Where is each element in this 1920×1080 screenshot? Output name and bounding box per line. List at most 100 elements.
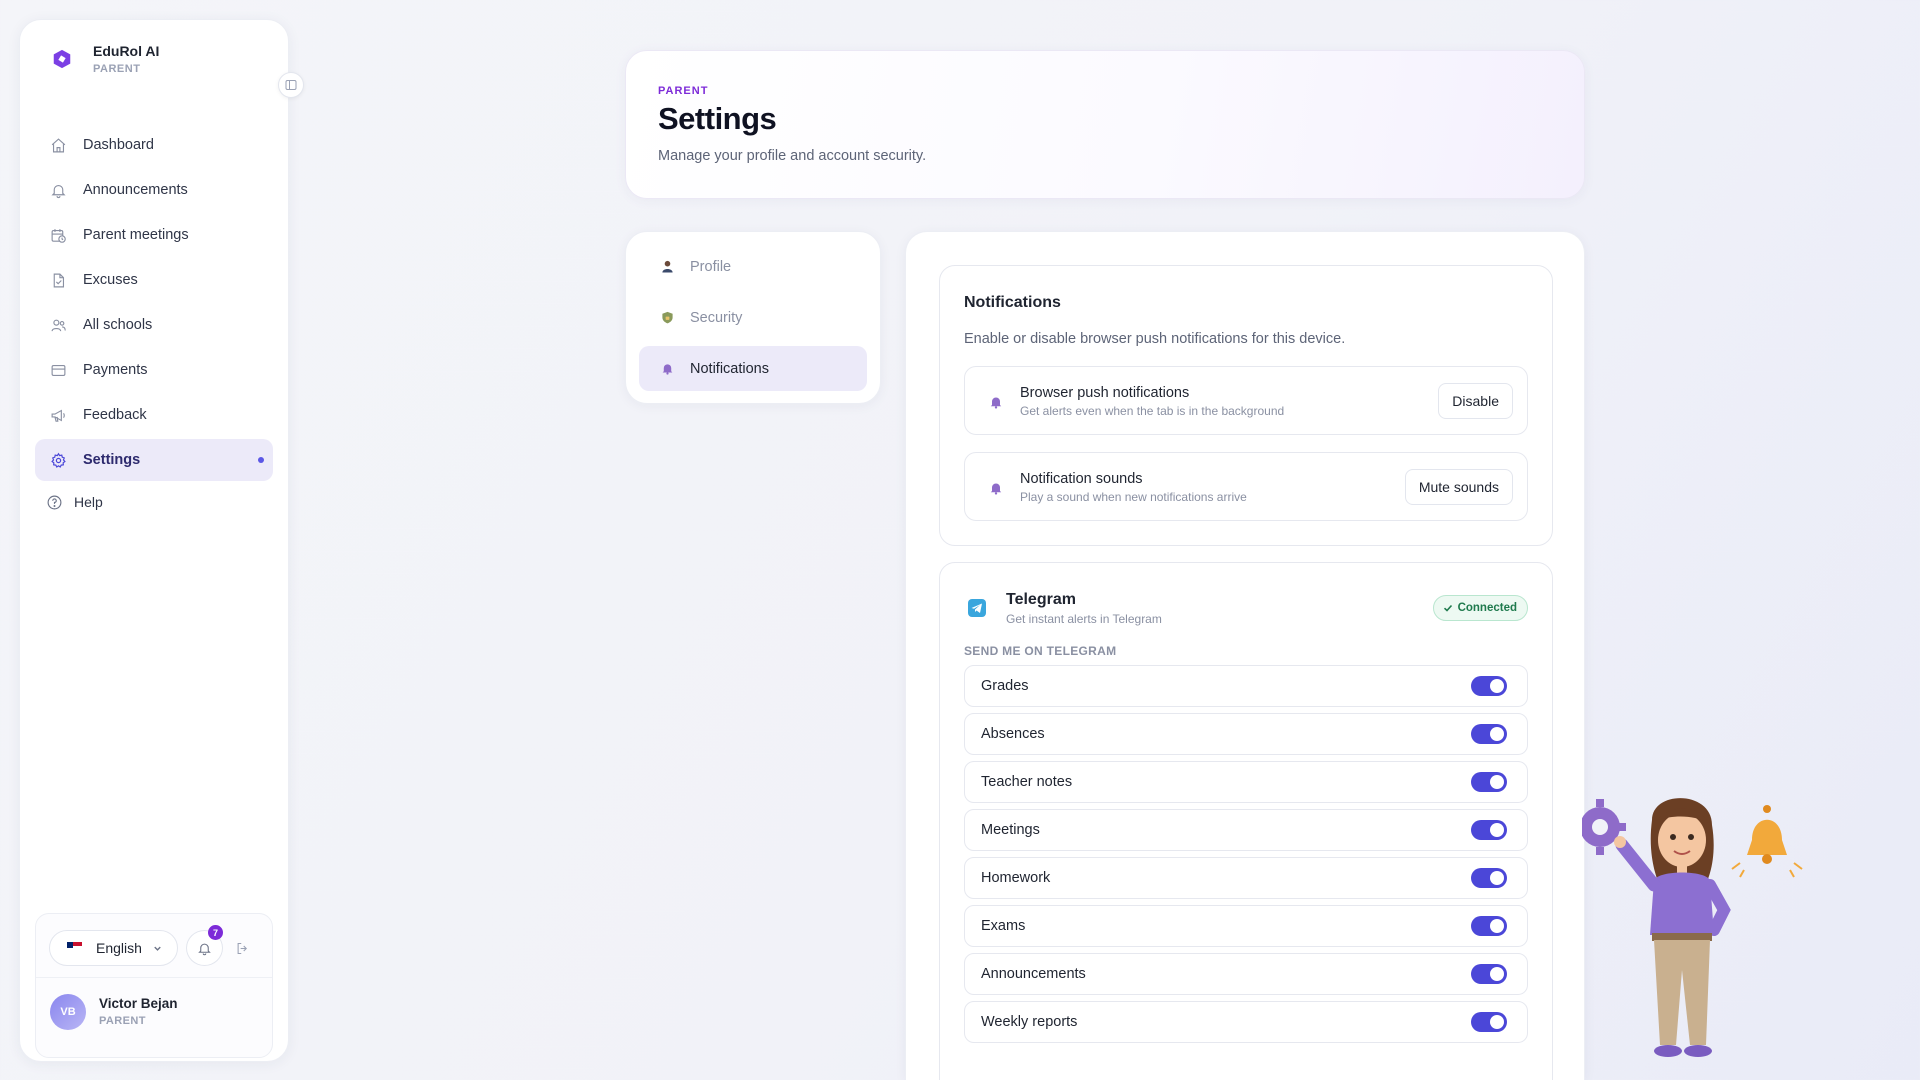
grades-toggle[interactable] bbox=[1471, 676, 1507, 696]
bell-icon bbox=[989, 481, 1003, 495]
option-title: Notification sounds bbox=[1020, 471, 1143, 487]
toggle-label: Teacher notes bbox=[981, 774, 1073, 790]
homework-toggle[interactable] bbox=[1471, 868, 1507, 888]
bell-icon bbox=[49, 181, 67, 199]
telegram-card: Telegram Get instant alerts in Telegram … bbox=[939, 562, 1553, 1080]
person-icon bbox=[660, 260, 674, 274]
sidebar-item-excuses[interactable]: Excuses bbox=[35, 259, 273, 301]
tab-security[interactable]: Security bbox=[639, 295, 867, 340]
sidebar: EduRol AI PARENT Dashboard Announcements… bbox=[19, 19, 304, 1062]
connected-label: Connected bbox=[1457, 602, 1517, 614]
meetings-toggle[interactable] bbox=[1471, 820, 1507, 840]
toggle-row-exams: Exams bbox=[964, 905, 1528, 947]
sidebar-item-payments[interactable]: Payments bbox=[35, 349, 273, 391]
bell-icon bbox=[660, 362, 674, 376]
telegram-icon bbox=[968, 599, 986, 617]
page-subtitle: Manage your profile and account security… bbox=[658, 148, 927, 164]
sidebar-item-label: Feedback bbox=[83, 407, 147, 423]
collapse-sidebar-button[interactable] bbox=[278, 72, 304, 98]
sidebar-item-label: All schools bbox=[83, 317, 153, 333]
settings-tabs: Profile Security Notifications bbox=[625, 231, 881, 404]
sidebar-toggle-icon bbox=[285, 80, 297, 90]
notifications-card: Notifications Enable or disable browser … bbox=[939, 265, 1553, 546]
tab-label: Profile bbox=[690, 258, 732, 275]
sidebar-footer: English 7 VB Victor Bejan PARENT bbox=[35, 913, 273, 1058]
notifications-button[interactable]: 7 bbox=[186, 925, 223, 966]
telegram-subtitle: Get instant alerts in Telegram bbox=[1006, 612, 1162, 626]
bell-icon bbox=[198, 943, 211, 955]
toggle-label: Exams bbox=[981, 918, 1026, 934]
disable-push-button[interactable]: Disable bbox=[1438, 383, 1513, 419]
toggle-row-homework: Homework bbox=[964, 857, 1528, 899]
option-subtitle: Play a sound when new notifications arri… bbox=[1020, 490, 1247, 504]
tab-notifications[interactable]: Notifications bbox=[639, 346, 867, 391]
sidebar-item-label: Dashboard bbox=[83, 137, 154, 153]
toggle-label: Homework bbox=[981, 870, 1051, 886]
users-icon bbox=[49, 316, 67, 334]
sidebar-item-label: Announcements bbox=[83, 182, 188, 198]
help-circle-icon bbox=[45, 493, 63, 511]
page-eyebrow: PARENT bbox=[658, 85, 709, 97]
sidebar-item-parent-meetings[interactable]: Parent meetings bbox=[35, 214, 273, 256]
notifications-description: Enable or disable browser push notificat… bbox=[964, 331, 1346, 347]
flag-icon bbox=[67, 942, 82, 954]
toggle-row-weekly-reports: Weekly reports bbox=[964, 1001, 1528, 1043]
sidebar-item-settings[interactable]: Settings bbox=[35, 439, 273, 481]
sidebar-item-label: Settings bbox=[83, 452, 141, 468]
language-label: English bbox=[96, 940, 142, 956]
brand-logo-icon bbox=[48, 45, 76, 73]
option-subtitle: Get alerts even when the tab is in the b… bbox=[1020, 404, 1285, 418]
bell-icon bbox=[989, 395, 1003, 409]
notification-sounds-option: Notification sounds Play a sound when ne… bbox=[964, 452, 1528, 521]
shield-icon bbox=[660, 311, 674, 325]
toggle-label: Weekly reports bbox=[981, 1014, 1078, 1030]
brand-role: PARENT bbox=[93, 63, 141, 75]
announcements-toggle[interactable] bbox=[1471, 964, 1507, 984]
sidebar-item-dashboard[interactable]: Dashboard bbox=[35, 124, 273, 166]
toggle-row-teacher-notes: Teacher notes bbox=[964, 761, 1528, 803]
active-indicator-dot bbox=[258, 457, 264, 463]
sidebar-item-label: Help bbox=[74, 494, 103, 510]
bell-illustration-icon bbox=[1731, 805, 1803, 878]
mute-sounds-button[interactable]: Mute sounds bbox=[1404, 469, 1513, 505]
credit-card-icon bbox=[49, 361, 67, 379]
home-icon bbox=[49, 136, 67, 154]
weekly-reports-toggle[interactable] bbox=[1471, 1012, 1507, 1032]
user-role: PARENT bbox=[99, 1015, 146, 1027]
megaphone-icon bbox=[49, 406, 67, 424]
browser-push-option: Browser push notifications Get alerts ev… bbox=[964, 366, 1528, 435]
page-header: PARENT Settings Manage your profile and … bbox=[625, 50, 1585, 199]
telegram-toggle-list: Grades Absences Teacher notes Meetings H… bbox=[964, 665, 1528, 1049]
toggle-row-absences: Absences bbox=[964, 713, 1528, 755]
sidebar-item-announcements[interactable]: Announcements bbox=[35, 169, 273, 211]
language-selector[interactable]: English bbox=[49, 930, 178, 966]
user-name: Victor Bejan bbox=[99, 996, 178, 1011]
brand[interactable]: EduRol AI PARENT bbox=[48, 42, 159, 76]
avatar[interactable]: VB bbox=[50, 994, 86, 1030]
girl-character bbox=[1614, 798, 1731, 1057]
toggle-label: Announcements bbox=[981, 966, 1086, 982]
tab-label: Security bbox=[690, 309, 743, 326]
logout-icon bbox=[237, 942, 248, 955]
mascot-illustration bbox=[1580, 785, 1812, 1080]
telegram-title: Telegram bbox=[1006, 591, 1076, 608]
sidebar-item-all-schools[interactable]: All schools bbox=[35, 304, 273, 346]
teacher-notes-toggle[interactable] bbox=[1471, 772, 1507, 792]
notifications-title: Notifications bbox=[964, 294, 1061, 311]
calendar-clock-icon bbox=[49, 226, 67, 244]
toggle-label: Absences bbox=[981, 726, 1045, 742]
toggle-row-announcements: Announcements bbox=[964, 953, 1528, 995]
logout-button[interactable] bbox=[235, 941, 251, 957]
gear-icon bbox=[49, 451, 67, 469]
connected-status-badge: Connected bbox=[1432, 595, 1528, 621]
page-title: Settings bbox=[658, 101, 777, 136]
toggle-label: Meetings bbox=[981, 822, 1040, 838]
tab-profile[interactable]: Profile bbox=[639, 244, 867, 289]
sidebar-item-feedback[interactable]: Feedback bbox=[35, 394, 273, 436]
option-title: Browser push notifications bbox=[1020, 385, 1190, 401]
exams-toggle[interactable] bbox=[1471, 916, 1507, 936]
settings-content: Notifications Enable or disable browser … bbox=[905, 231, 1585, 1080]
sidebar-item-label: Excuses bbox=[83, 272, 138, 288]
sidebar-item-help[interactable]: Help bbox=[35, 484, 273, 520]
absences-toggle[interactable] bbox=[1471, 724, 1507, 744]
